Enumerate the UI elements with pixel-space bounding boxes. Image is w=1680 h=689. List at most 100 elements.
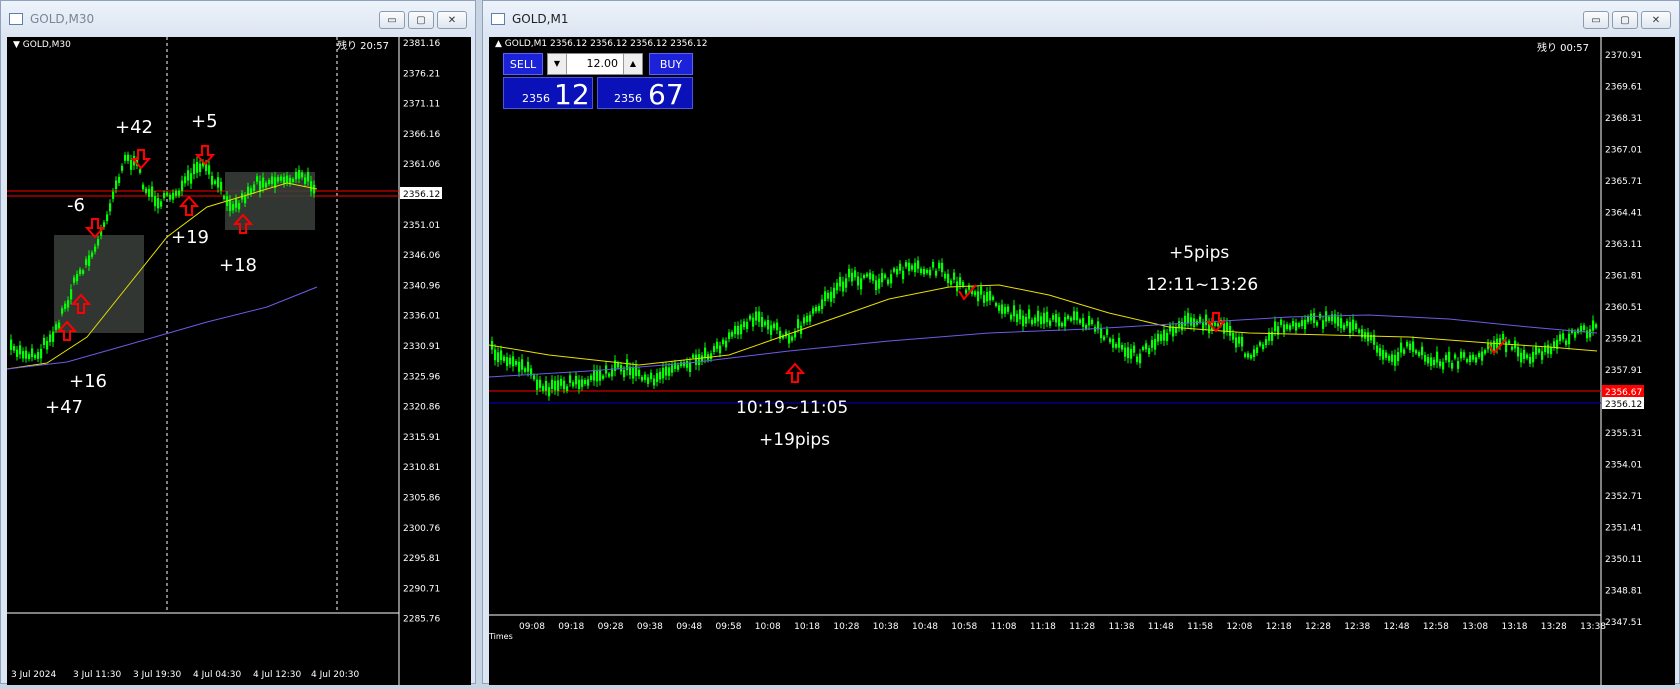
chart-symbol-label: ▼ GOLD,M30 [13, 40, 71, 50]
time-tick-label: 3 Jul 19:30 [133, 670, 182, 680]
candle-body [58, 322, 61, 329]
candle-body [734, 325, 737, 335]
lot-size-input[interactable]: ▼ 12.00 ▲ [547, 53, 643, 75]
candle-body [542, 386, 545, 392]
minimize-button[interactable]: ▭ [379, 11, 405, 29]
sell-button[interactable]: SELL [503, 53, 543, 75]
candle-body [127, 154, 130, 161]
candle-body [677, 364, 680, 370]
time-tick-label: 11:58 [1187, 622, 1213, 632]
candle-body [112, 191, 115, 199]
candle-body [1244, 353, 1247, 357]
candle-body [770, 325, 773, 335]
candle-body [926, 269, 929, 274]
candle-body [172, 192, 175, 200]
right-title-bar[interactable]: GOLD,M1 ▭ ▢ ✕ [483, 1, 1679, 37]
candle-body [746, 321, 749, 330]
trade-annotation: +18 [219, 255, 257, 276]
candle-body [265, 182, 268, 188]
maximize-button[interactable]: ▢ [1612, 11, 1638, 29]
candle-body [1163, 329, 1166, 341]
candle-body [1043, 312, 1046, 324]
lot-value[interactable]: 12.00 [587, 57, 619, 70]
candle-body [698, 354, 701, 366]
candle-body [1382, 349, 1385, 360]
candle-body [283, 176, 286, 185]
price-tick-label: 2367.01 [1605, 146, 1642, 156]
candle-body [124, 154, 127, 161]
candle-body [1238, 336, 1241, 344]
candle-body [1424, 355, 1427, 362]
sell-arrow-icon [130, 149, 152, 170]
left-chart-area[interactable]: ▼ GOLD,M30 残り 20:57 2381.16 2376.21 2371.11 2… [6, 37, 471, 685]
candle-body [1100, 328, 1103, 339]
candle-body [896, 269, 899, 275]
candle-body [686, 360, 689, 368]
candle-body [178, 190, 181, 196]
candle-body [115, 180, 118, 189]
candle-body [1262, 344, 1265, 350]
buy-price-panel[interactable]: 2356 67 [597, 77, 693, 111]
candle-body [1316, 321, 1319, 326]
candle-body [1592, 320, 1595, 331]
minimize-button[interactable]: ▭ [1583, 11, 1609, 29]
time-tick-label: 10:18 [794, 622, 820, 632]
left-chart-window[interactable]: GOLD,M30 ▭ ▢ ✕ ▼ GOLD,M30 残り 20:57 2381.16… [0, 0, 476, 685]
candle-body [1028, 309, 1031, 319]
candle-body [1082, 317, 1085, 327]
candle-body [989, 290, 992, 301]
candle-body [776, 322, 779, 331]
candle-body [1445, 354, 1448, 361]
right-chart-window[interactable]: GOLD,M1 ▭ ▢ ✕ ▲ GOLD,M1 2356.12 2356.12 … [482, 0, 1680, 685]
candle-body [175, 190, 178, 196]
buy-button[interactable]: BUY [649, 53, 693, 75]
candle-body [289, 177, 292, 184]
candle-body [184, 176, 187, 184]
price-tick-label: 2361.81 [1605, 272, 1642, 282]
candle-body [1358, 329, 1361, 333]
candle-body [929, 269, 932, 276]
candle-body [142, 184, 145, 190]
lot-increase-icon[interactable]: ▲ [623, 54, 642, 74]
ask-price-label: 2356.67 [1605, 388, 1642, 398]
candle-body [1478, 352, 1481, 358]
time-tick-label: 11:08 [991, 622, 1017, 632]
candle-body [806, 315, 809, 323]
candle-body [1583, 325, 1586, 331]
candle-body [1574, 332, 1577, 338]
candle-body [845, 278, 848, 288]
candle-body [52, 331, 55, 342]
candle-body [1463, 352, 1466, 358]
candle-body [1148, 348, 1151, 355]
candle-body [1526, 354, 1529, 359]
candle-body [824, 291, 827, 302]
candle-body [1565, 340, 1568, 345]
close-button[interactable]: ✕ [1641, 11, 1671, 29]
left-title-bar[interactable]: GOLD,M30 ▭ ▢ ✕ [1, 1, 475, 37]
close-button[interactable]: ✕ [437, 11, 467, 29]
trade-annotation: +5 [191, 111, 218, 132]
candle-body [1073, 311, 1076, 321]
candle-body [1397, 352, 1400, 362]
maximize-button[interactable]: ▢ [408, 11, 434, 29]
sell-price-panel[interactable]: 2356 12 [503, 77, 593, 111]
time-tick-label: 10:28 [833, 622, 859, 632]
candle-body [1127, 347, 1130, 359]
left-chart-svg[interactable]: ▼ GOLD,M30 残り 20:57 2381.16 2376.21 2371.11 2… [6, 37, 471, 685]
candle-body [1457, 361, 1460, 369]
price-tick-label: 2348.81 [1605, 587, 1642, 597]
candle-body [884, 274, 887, 279]
candle-body [190, 173, 193, 184]
right-chart-area[interactable]: ▲ GOLD,M1 2356.12 2356.12 2356.12 2356.1… [488, 37, 1675, 685]
candle-body [1469, 355, 1472, 363]
candle-body [1400, 342, 1403, 353]
candle-body [97, 239, 100, 246]
candle-body [1235, 337, 1238, 348]
candle-body [1466, 358, 1469, 363]
lot-decrease-icon[interactable]: ▼ [548, 54, 567, 74]
right-chart-svg[interactable]: ▲ GOLD,M1 2356.12 2356.12 2356.12 2356.1… [488, 37, 1675, 685]
price-tick-label: 2340.96 [403, 281, 440, 291]
candle-body [193, 163, 196, 175]
candle-body [1061, 322, 1064, 327]
candle-body [1118, 337, 1121, 348]
